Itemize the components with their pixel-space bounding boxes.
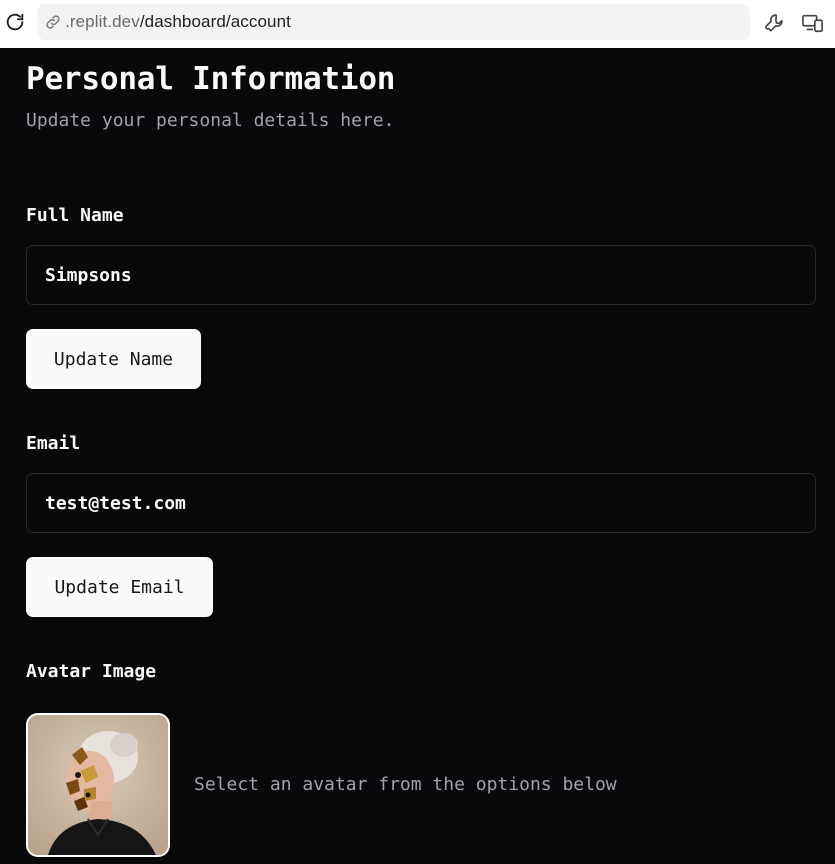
avatar-label: Avatar Image [26,661,157,682]
browser-toolbar: .replit.dev/dashboard/account [0,0,835,48]
full-name-input[interactable] [26,245,816,305]
reload-icon[interactable] [2,9,28,35]
avatar-image[interactable] [26,713,170,857]
email-input[interactable] [26,473,816,533]
link-icon [43,12,63,32]
page-subtitle: Update your personal details here. [26,110,395,131]
page-title: Personal Information [26,61,396,97]
devices-icon[interactable] [800,10,826,36]
update-name-button[interactable]: Update Name [26,329,201,389]
url-host: .replit.dev [65,12,140,31]
avatar-portrait [28,715,168,855]
account-page: Personal Information Update your persona… [0,48,835,864]
url-path: /dashboard/account [139,12,291,31]
wrench-icon[interactable] [761,10,787,36]
address-bar[interactable]: .replit.dev/dashboard/account [37,4,750,40]
url-text: .replit.dev/dashboard/account [65,12,291,32]
email-label: Email [26,433,81,454]
avatar-hint: Select an avatar from the options below [194,774,617,795]
update-email-button[interactable]: Update Email [26,557,213,617]
full-name-label: Full Name [26,205,124,226]
